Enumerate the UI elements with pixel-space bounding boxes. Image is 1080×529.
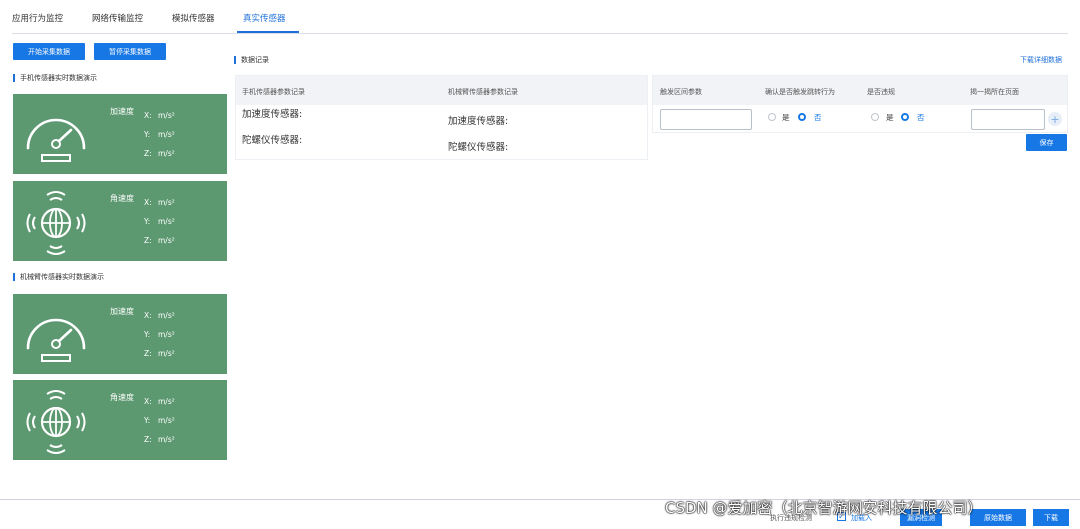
gyro-y-readout: Y: m/s²: [144, 217, 175, 226]
tab-app-behavior[interactable]: 应用行为监控: [12, 12, 63, 24]
jump-no-label: 否: [814, 113, 822, 122]
gyro-z-readout: Z: m/s²: [144, 435, 175, 444]
config-table-header: 触发区间参数 确认是否触发跳转行为 是否违规 揭一揭所在页面: [653, 76, 1067, 105]
download-details-link[interactable]: 下载详细数据: [1020, 55, 1062, 65]
accel-z-readout: Z: m/s²: [144, 149, 175, 158]
column-header-arm: 机械臂传感器参数记录: [448, 88, 518, 96]
accel-x-readout: X: m/s²: [144, 311, 175, 320]
phone-accel-row: 加速度传感器:: [242, 109, 303, 120]
pause-collect-button[interactable]: 暂停采集数据: [94, 43, 166, 60]
arm-accel-panel: 加速度 X: m/s² Y: m/s² Z: m/s²: [13, 294, 227, 374]
download-button[interactable]: 下载: [1033, 509, 1069, 526]
add-icon[interactable]: +: [1048, 112, 1062, 126]
jump-yes-label: 是: [782, 113, 790, 122]
accel-z-readout: Z: m/s²: [144, 349, 175, 358]
phone-gyro-row: 陀螺仪传感器:: [242, 135, 303, 146]
tab-real-sensor[interactable]: 真实传感器: [243, 12, 286, 24]
globe-signal-icon: [26, 191, 86, 255]
violation-no-label: 否: [917, 113, 925, 122]
records-section-title: 数据记录: [234, 55, 269, 65]
accel-x-readout: X: m/s²: [144, 111, 175, 120]
violation-yes-radio[interactable]: [871, 113, 879, 121]
start-collect-button[interactable]: 开始采集数据: [13, 43, 85, 60]
jump-yes-radio[interactable]: [768, 113, 776, 121]
panel-type-label: 加速度: [110, 107, 134, 116]
phone-gyro-panel: 角速度 X: m/s² Y: m/s² Z: m/s²: [13, 181, 227, 261]
column-header-page: 揭一揭所在页面: [970, 88, 1019, 96]
arm-gyro-panel: 角速度 X: m/s² Y: m/s² Z: m/s²: [13, 380, 227, 460]
gyro-z-readout: Z: m/s²: [144, 236, 175, 245]
records-table: 手机传感器参数记录 机械臂传感器参数记录 加速度传感器: 陀螺仪传感器: 加速度…: [235, 75, 648, 160]
jump-no-radio[interactable]: [798, 113, 806, 121]
page-input[interactable]: [971, 109, 1045, 130]
gyro-x-readout: X: m/s²: [144, 198, 175, 207]
accel-y-readout: Y: m/s²: [144, 330, 175, 339]
accel-y-readout: Y: m/s²: [144, 130, 175, 139]
arm-gyro-row: 陀螺仪传感器:: [448, 142, 509, 153]
column-header-jump-behavior: 确认是否触发跳转行为: [765, 88, 835, 96]
arm-accel-row: 加速度传感器:: [448, 116, 509, 127]
gyro-x-readout: X: m/s²: [144, 397, 175, 406]
phone-section-title: 手机传感器实时数据演示: [13, 73, 97, 83]
speedometer-icon: [26, 118, 86, 162]
column-header-trigger-range: 触发区间参数: [660, 88, 702, 96]
violation-no-radio[interactable]: [901, 113, 909, 121]
records-table-header: 手机传感器参数记录 机械臂传感器参数记录: [236, 76, 647, 105]
globe-signal-icon: [26, 390, 86, 454]
phone-accel-panel: 加速度 X: m/s² Y: m/s² Z: m/s²: [13, 94, 227, 174]
config-table: 触发区间参数 确认是否触发跳转行为 是否违规 揭一揭所在页面 是 否 是 否 +: [652, 75, 1068, 133]
panel-type-label: 加速度: [110, 307, 134, 316]
column-header-phone: 手机传感器参数记录: [242, 88, 305, 96]
arm-section-title: 机械臂传感器实时数据演示: [13, 272, 104, 282]
speedometer-icon: [26, 318, 86, 362]
violation-yes-label: 是: [886, 113, 894, 122]
panel-type-label: 角速度: [110, 194, 134, 203]
save-button[interactable]: 保存: [1026, 134, 1067, 151]
active-tab-indicator: [237, 31, 299, 33]
column-header-violation: 是否违规: [867, 88, 895, 96]
panel-type-label: 角速度: [110, 393, 134, 402]
tab-bar: 应用行为监控 网络传输监控 模拟传感器 真实传感器: [12, 0, 1068, 34]
tab-simulated-sensor[interactable]: 模拟传感器: [172, 12, 215, 24]
gyro-y-readout: Y: m/s²: [144, 416, 175, 425]
watermark-text: CSDN @爱加密（北京智游网安科技有限公司）: [665, 499, 983, 517]
tab-network-monitor[interactable]: 网络传输监控: [92, 12, 143, 24]
trigger-range-input[interactable]: [660, 109, 752, 130]
